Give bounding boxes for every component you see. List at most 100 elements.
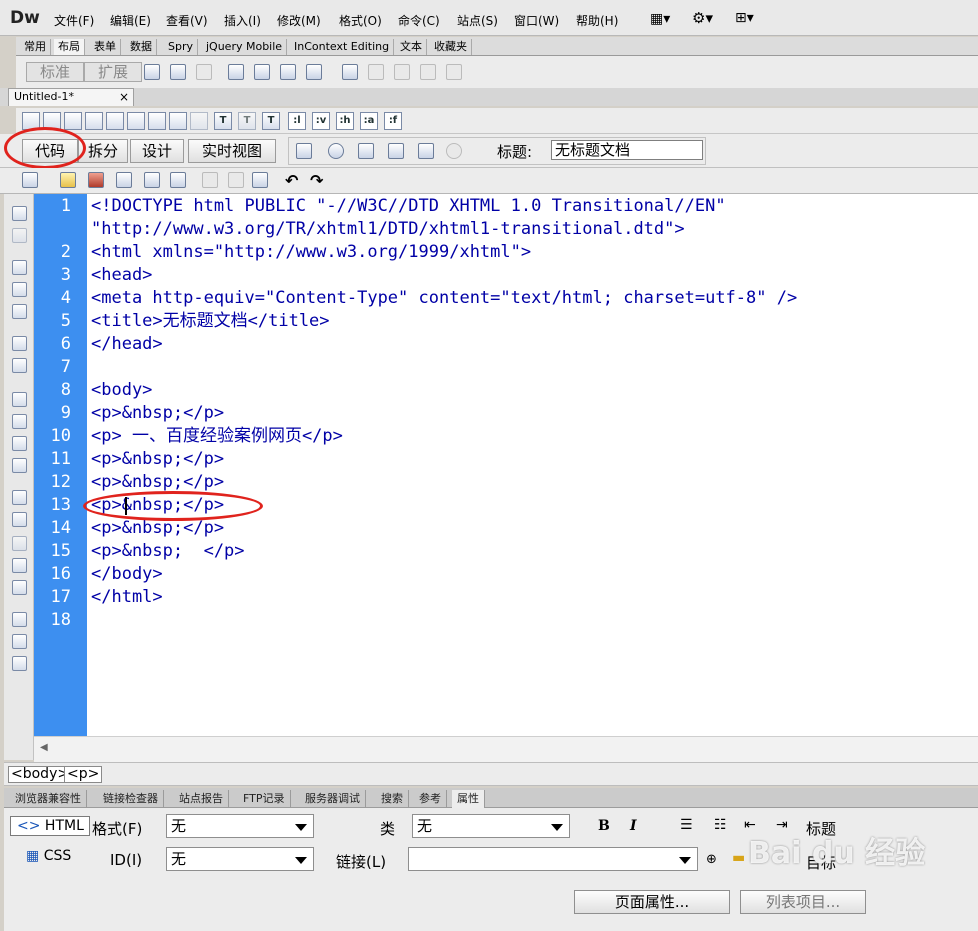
insert-row-icon[interactable] [368,64,384,80]
folder-icon[interactable]: ▬ [732,850,745,866]
move-css-icon[interactable] [12,580,27,595]
balance-braces-icon[interactable] [148,112,166,130]
spry-tabbed-icon[interactable] [254,64,270,80]
collapse-selection-icon[interactable] [85,112,103,130]
menu-help[interactable]: 帮助(H) [576,12,618,29]
site-icon[interactable]: ⊞▾ [735,10,754,26]
collapse-tag-icon[interactable] [64,112,82,130]
tab-site-reports[interactable]: 站点报告 [174,790,229,808]
menu-format[interactable]: 格式(O) [339,12,382,29]
close-icon[interactable]: × [119,89,129,105]
frames-icon[interactable] [446,64,462,80]
tab-data[interactable]: 数据 [126,39,157,55]
spry-collapsible-icon[interactable] [306,64,322,80]
tab-ftp-log[interactable]: FTP记录 [238,790,291,808]
page-properties-button[interactable]: 页面属性... [574,890,730,914]
expanded-mode-button[interactable]: 扩展 [84,62,142,82]
browse-bridge-icon[interactable] [88,172,104,188]
div-icon[interactable] [144,64,160,80]
cut-icon[interactable] [202,172,218,188]
bold-button[interactable]: B [598,818,610,834]
select-parent-icon[interactable] [127,112,145,130]
line-numbers-side-icon[interactable] [12,392,27,407]
tab-layout[interactable]: 布局 [54,39,85,55]
menu-view[interactable]: 查看(V) [166,12,208,29]
menu-window[interactable]: 窗口(W) [514,12,559,29]
collapse-selection-side-icon[interactable] [12,282,27,297]
expand-all-icon[interactable] [106,112,124,130]
css-mode-button[interactable]: ▦ CSS [26,848,71,864]
tab-favorites[interactable]: 收藏夹 [430,39,472,55]
syntax-coloring-icon[interactable] [12,436,27,451]
new-file-icon[interactable] [22,172,38,188]
text-t1-icon[interactable]: T [214,112,232,130]
link-input[interactable] [408,847,698,871]
iframe-icon[interactable] [420,64,436,80]
apply-comment-icon[interactable] [12,490,27,505]
text-t2-icon[interactable]: T [238,112,256,130]
layout-icon[interactable]: ▦▾ [650,11,670,27]
copy-icon[interactable] [228,172,244,188]
highlight-invalid-side-icon[interactable] [12,414,27,429]
menu-site[interactable]: 站点(S) [457,12,498,29]
snippet-l[interactable]: :l [288,112,306,130]
spry-accordion-icon[interactable] [280,64,296,80]
save-icon[interactable] [116,172,132,188]
highlight-invalid-icon[interactable] [190,112,208,130]
spry-menu-icon[interactable] [228,64,244,80]
tab-jquery-mobile[interactable]: jQuery Mobile [202,39,288,55]
menu-modify[interactable]: 修改(M) [277,12,321,29]
undo-icon[interactable]: ↶ [285,171,298,190]
point-to-file-icon[interactable]: ⊕ [706,852,717,867]
collapse-full-tag-icon[interactable] [12,260,27,275]
balance-braces-side-icon[interactable] [12,358,27,373]
design-view-button[interactable]: 设计 [130,139,184,163]
print-icon[interactable] [170,172,186,188]
ordered-list-icon[interactable]: ☷ [714,817,727,833]
menu-insert[interactable]: 插入(I) [224,12,261,29]
id-select[interactable]: 无 [166,847,314,871]
tab-browser-compat[interactable]: 浏览器兼容性 [10,790,87,808]
table-icon[interactable] [342,64,358,80]
unordered-list-icon[interactable]: ☰ [680,817,693,833]
menu-commands[interactable]: 命令(C) [398,12,440,29]
open-folder-icon[interactable] [60,172,76,188]
menu-file[interactable]: 文件(F) [54,12,94,29]
gear-icon[interactable]: ⚙▾ [692,9,713,27]
w3c-validation-icon[interactable] [388,143,404,159]
check-browser-icon[interactable] [418,143,434,159]
page-title-input[interactable]: 无标题文档 [551,140,703,160]
paste-icon[interactable] [252,172,268,188]
preview-browser-icon[interactable] [328,143,344,159]
format-select[interactable]: 无 [166,814,314,838]
format-source-icon[interactable] [12,656,27,671]
scroll-left-icon[interactable]: ◀ [40,742,48,753]
redo-icon[interactable]: ↷ [310,171,323,190]
tab-link-checker[interactable]: 链接检查器 [98,790,164,808]
snippet-a[interactable]: :a [360,112,378,130]
open-docs-side-icon[interactable] [12,206,27,221]
save-all-icon[interactable] [144,172,160,188]
multiscreen-icon[interactable] [296,143,312,159]
code-editor[interactable]: <!DOCTYPE html PUBLIC "-//W3C//DTD XHTML… [83,194,978,736]
snippet-v[interactable]: :v [312,112,330,130]
tab-forms[interactable]: 表单 [90,39,121,55]
horizontal-scrollbar[interactable]: ◀ [34,736,978,762]
tab-search[interactable]: 搜索 [376,790,409,808]
tab-text[interactable]: 文本 [396,39,427,55]
document-tab[interactable]: Untitled-1* × [8,88,134,106]
file-management-icon[interactable] [358,143,374,159]
tab-properties[interactable]: 属性 [452,790,485,808]
tab-server-debug[interactable]: 服务器调试 [300,790,366,808]
standard-mode-button[interactable]: 标准 [26,62,84,82]
italic-button[interactable]: I [630,818,637,834]
list-items-button[interactable]: 列表项目... [740,890,866,914]
tab-common[interactable]: 常用 [20,39,51,55]
tab-spry[interactable]: Spry [164,39,198,55]
outdent-code-icon[interactable] [12,634,27,649]
insert-col-icon[interactable] [394,64,410,80]
refresh-icon[interactable] [446,143,462,159]
expand-all-side-icon[interactable] [12,304,27,319]
tag-p[interactable]: <p> [64,766,103,783]
recent-snippets-icon[interactable] [12,558,27,573]
